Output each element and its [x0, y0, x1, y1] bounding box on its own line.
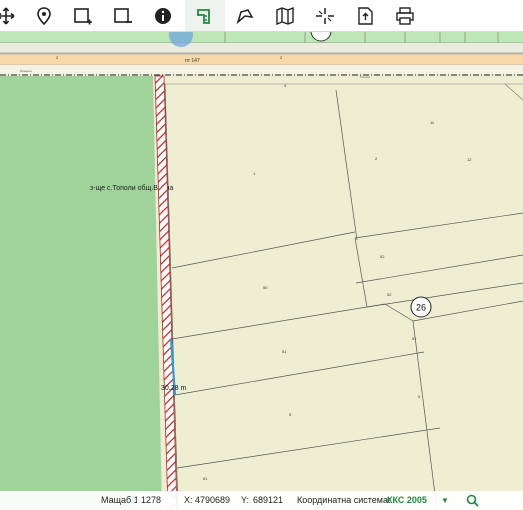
measure-ruler-icon — [197, 8, 210, 24]
printer-icon — [396, 6, 414, 25]
map-layers-icon — [276, 6, 294, 25]
info-icon — [155, 7, 171, 24]
polygon-icon — [236, 8, 254, 24]
parcel-label: 52 — [387, 292, 392, 297]
parcel-label: 61 — [203, 476, 208, 481]
y-coordinate-label: Y: — [241, 495, 250, 505]
crosshair-button[interactable] — [305, 0, 345, 31]
chevron-down-icon[interactable]: ▼ — [441, 496, 449, 505]
map-canvas[interactable]: 81 85 83 84 85 пт 147 2 2 Лозенец Тополи… — [0, 31, 523, 510]
point-label: 26 — [416, 303, 426, 313]
measurement-label: 30.28 m — [161, 385, 186, 392]
top-parcels-strip — [0, 31, 523, 43]
status-bar: Мащаб 1: 1278 X: 4790689 Y: 689121 Коорд… — [0, 491, 523, 510]
parcel-label: 50 — [263, 285, 268, 290]
print-button[interactable] — [385, 0, 425, 31]
zoom-in-box-button[interactable] — [63, 0, 103, 31]
area-tool-button[interactable] — [225, 0, 265, 31]
export-document-icon — [358, 6, 373, 25]
y-coordinate-value: 689121 — [253, 495, 284, 505]
zoom-box-plus-icon — [74, 7, 92, 24]
zoom-box-minus-icon — [114, 7, 132, 23]
crosshair-icon — [316, 7, 334, 24]
road-label: пт 147 — [185, 58, 200, 64]
road-small-label: Тополи — [360, 75, 370, 79]
road-147 — [0, 54, 523, 65]
crs-value[interactable]: ККС 2005 — [387, 495, 427, 505]
measure-tool-button[interactable] — [185, 0, 225, 31]
point-tool-button[interactable] — [24, 0, 64, 31]
crs-label: Координатна система: — [297, 495, 391, 505]
parcel-label: 51 — [412, 336, 417, 341]
move-arrows-icon — [0, 6, 15, 25]
layers-button[interactable] — [265, 0, 305, 31]
info-button[interactable] — [143, 0, 183, 31]
location-pin-icon — [37, 6, 51, 25]
parcel-label: 52 — [380, 254, 385, 259]
scale-label: Мащаб 1: — [101, 495, 142, 505]
parcel-label: 51 — [282, 349, 287, 354]
map-toolbar — [0, 0, 523, 32]
pan-tool-button[interactable] — [0, 0, 26, 31]
export-button[interactable] — [345, 0, 385, 31]
forest-area — [0, 76, 162, 510]
parcel-label: 12 — [467, 157, 472, 162]
zoom-out-box-button[interactable] — [103, 0, 143, 31]
search-icon[interactable] — [466, 494, 479, 507]
road-small-label: Лозенец — [20, 69, 32, 73]
x-coordinate-value: 4790689 — [195, 495, 231, 505]
x-coordinate-label: X: — [184, 495, 193, 505]
scale-value[interactable]: 1278 — [141, 495, 161, 505]
